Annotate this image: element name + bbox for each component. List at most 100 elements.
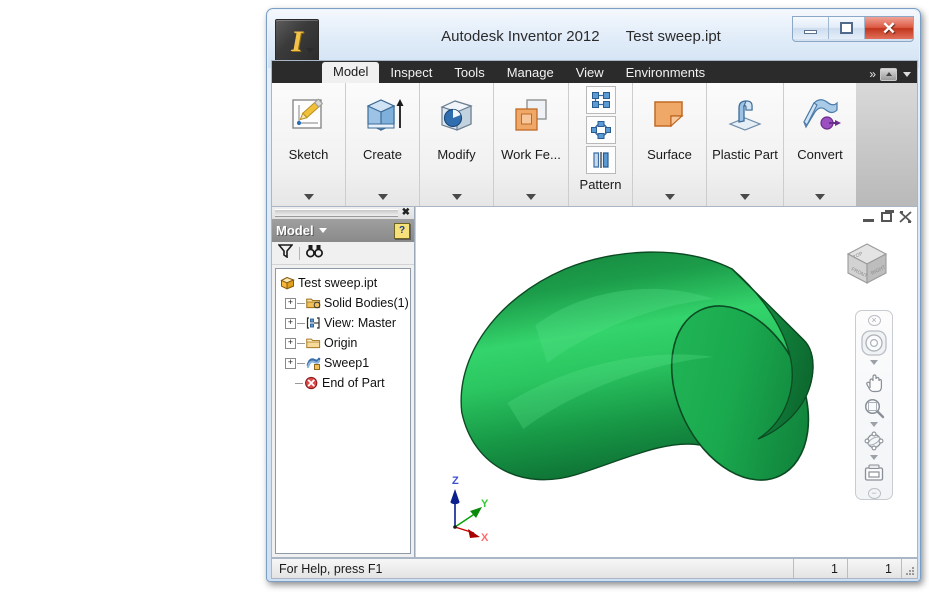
ribbon-panel-modify[interactable]: Modify — [420, 83, 494, 206]
application-menu-button[interactable]: I — [275, 19, 319, 65]
chevron-down-icon[interactable] — [318, 228, 327, 233]
zoom-caret[interactable] — [870, 422, 878, 427]
convert-icon[interactable] — [798, 89, 842, 141]
close-button[interactable]: ✕ — [865, 17, 913, 39]
steering-wheel-icon[interactable] — [860, 329, 888, 357]
sketch-icon[interactable] — [288, 89, 330, 141]
tab-inspect[interactable]: Inspect — [379, 63, 443, 83]
rectangular-pattern-icon[interactable] — [585, 86, 616, 114]
panel-expand-chevron-icon[interactable] — [740, 194, 750, 200]
ribbon-panel-label: Surface — [647, 147, 692, 162]
minimize-icon — [804, 29, 817, 34]
window-title: Autodesk Inventor 2012 Test sweep.ipt — [341, 28, 821, 45]
view-cube[interactable]: TOP FRONT RIGHT — [841, 237, 893, 289]
panel-expand-chevron-icon[interactable] — [303, 194, 314, 200]
doc-minimize-icon[interactable] — [863, 213, 874, 222]
tab-environments[interactable]: Environments — [615, 63, 716, 83]
tab-model[interactable]: Model — [322, 62, 380, 83]
maximize-icon — [840, 22, 853, 34]
ribbon-panel-pattern[interactable]: Pattern — [569, 83, 633, 206]
modify-icon[interactable] — [436, 89, 478, 141]
maximize-button[interactable] — [829, 17, 865, 39]
double-chevron-right-icon[interactable]: » — [869, 67, 876, 81]
ribbon-panel-sketch[interactable]: Sketch — [272, 83, 346, 206]
zoom-icon[interactable] — [863, 397, 885, 419]
expand-icon[interactable]: + — [285, 297, 296, 309]
tab-manage[interactable]: Manage — [496, 63, 565, 83]
ribbon-panels: Sketch Create Modify Work Fe... Pattern … — [272, 83, 917, 206]
ribbon-minimize-icon[interactable] — [880, 67, 897, 81]
filter-icon[interactable] — [277, 243, 294, 263]
ribbon-panel-label: Plastic Part — [712, 147, 778, 162]
surface-icon[interactable] — [649, 89, 691, 141]
orbit-caret[interactable] — [870, 455, 878, 460]
browser-title-bar: Model ? — [272, 219, 414, 242]
resize-grip-icon[interactable] — [901, 559, 917, 578]
ribbon-panel-create[interactable]: Create — [346, 83, 420, 206]
ribbon-tab-extras: » — [869, 67, 911, 81]
sweep-feature-icon — [305, 356, 321, 371]
axis-label-z: Z — [452, 475, 459, 487]
circular-pattern-icon[interactable] — [585, 116, 616, 144]
tree-connector — [297, 302, 305, 304]
plastic-part-icon[interactable] — [724, 89, 766, 141]
grip-lines-icon — [275, 209, 398, 217]
expand-icon[interactable]: + — [285, 337, 296, 349]
pattern-button-stack — [585, 86, 616, 174]
axis-label-x: X — [481, 532, 489, 543]
inventor-logo-icon: I — [291, 25, 303, 58]
pan-icon[interactable] — [863, 372, 885, 394]
solid-bodies-folder-icon — [305, 296, 321, 311]
ribbon-panel-convert[interactable]: Convert — [784, 83, 856, 206]
expand-icon[interactable]: + — [285, 317, 296, 329]
panel-expand-chevron-icon[interactable] — [377, 194, 388, 200]
axis-triad: Z Y X — [450, 475, 489, 543]
expand-icon[interactable]: + — [285, 357, 296, 369]
ribbon-panel-work-features[interactable]: Work Fe... — [494, 83, 569, 206]
panel-expand-chevron-icon[interactable] — [815, 194, 825, 200]
end-of-part-icon — [303, 376, 319, 391]
tree-item-label: View: Master — [324, 316, 397, 330]
view-master-icon — [305, 316, 321, 331]
browser-drag-grip[interactable]: ✖ — [272, 207, 414, 219]
document-window-controls — [863, 210, 912, 223]
tree-item-sweep1[interactable]: + Sweep1 — [279, 353, 408, 373]
tree-item-view-master[interactable]: + View: Master — [279, 313, 408, 333]
panel-expand-chevron-icon[interactable] — [526, 194, 536, 200]
tree-item-label: Solid Bodies(1) — [324, 296, 409, 310]
panel-expand-chevron-icon[interactable] — [451, 194, 462, 200]
create-extrude-icon[interactable] — [361, 89, 405, 141]
model-tree[interactable]: Test sweep.ipt + Solid Bodies(1) + View:… — [275, 268, 411, 554]
work-area: ✖ Model ? Test sweep.ipt + Solid Bodies(… — [271, 206, 918, 558]
tree-item-origin[interactable]: + Origin — [279, 333, 408, 353]
navbar-close-icon[interactable]: × — [867, 315, 881, 326]
find-icon[interactable] — [306, 244, 323, 263]
ribbon-panel-surface[interactable]: Surface — [633, 83, 707, 206]
ribbon-panel-label: Convert — [797, 147, 843, 162]
chevron-down-icon — [306, 48, 314, 53]
window-controls: ✕ — [792, 16, 914, 42]
ribbon-panel-plastic-part[interactable]: Plastic Part — [707, 83, 784, 206]
look-at-icon[interactable] — [863, 463, 885, 483]
minimize-button[interactable] — [793, 17, 829, 39]
panel-expand-chevron-icon[interactable] — [664, 194, 675, 200]
app-title-text: Autodesk Inventor 2012 — [441, 28, 600, 45]
ribbon-filler — [856, 83, 917, 206]
tab-tools[interactable]: Tools — [443, 63, 495, 83]
navbar-options-icon[interactable]: − — [867, 488, 881, 499]
chevron-down-icon[interactable] — [903, 71, 911, 77]
doc-restore-icon[interactable] — [881, 210, 894, 222]
mirror-icon[interactable] — [585, 146, 616, 174]
graphics-viewport[interactable]: Z Y X TOP FRONT RIGHT × − — [415, 207, 917, 557]
steering-wheel-caret[interactable] — [870, 360, 878, 365]
work-features-icon[interactable] — [510, 89, 552, 141]
tree-item-end-of-part[interactable]: End of Part — [279, 373, 408, 393]
help-icon[interactable]: ? — [394, 222, 410, 239]
tree-item-part-document[interactable]: Test sweep.ipt — [279, 273, 408, 293]
orbit-icon[interactable] — [863, 430, 885, 452]
doc-close-icon[interactable] — [899, 211, 912, 223]
part-document-icon — [279, 276, 295, 291]
tree-item-solid-bodies[interactable]: + Solid Bodies(1) — [279, 293, 409, 313]
tab-view[interactable]: View — [565, 63, 615, 83]
browser-close-icon[interactable]: ✖ — [402, 208, 411, 218]
